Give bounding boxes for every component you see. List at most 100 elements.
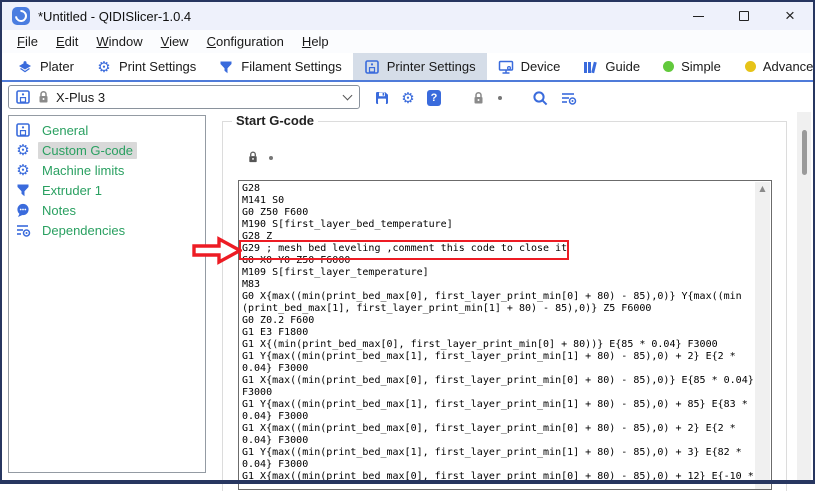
gcode-line: 0.04} F3000 <box>242 435 753 447</box>
revert-dot-button[interactable] <box>269 156 273 160</box>
gcode-line: M190 S[first_layer_bed_temperature] <box>242 219 753 231</box>
sidebar-item-custom-gcode[interactable]: ⚙ Custom G-code <box>9 140 205 160</box>
tab-printer-settings[interactable]: Printer Settings <box>353 53 487 80</box>
guide-icon <box>582 59 598 75</box>
tab-filament-settings[interactable]: Filament Settings <box>207 53 352 80</box>
mode-selector: Simple Advanced Expert <box>651 53 815 80</box>
gcode-line: G1 X{max((min(print_bed_max[0], first_la… <box>242 471 753 483</box>
sidebar-item-extruder-1[interactable]: Extruder 1 <box>9 180 205 200</box>
question-book-icon: ? <box>427 90 441 106</box>
sidebar-item-notes[interactable]: Notes <box>9 200 205 220</box>
notes-icon <box>15 202 31 218</box>
maximize-button[interactable] <box>721 2 767 30</box>
gcode-line: G1 X{max((min(print_bed_max[0], first_la… <box>242 375 753 387</box>
tab-label: Guide <box>605 59 640 74</box>
menubar: File Edit Window View Configuration Help <box>2 30 813 53</box>
sliders-gear-icon <box>560 90 577 106</box>
printer-icon <box>15 122 31 138</box>
maximize-icon <box>739 11 749 21</box>
minimize-icon <box>693 16 704 17</box>
simple-mode-dot-icon <box>663 61 674 72</box>
mode-simple[interactable]: Simple <box>651 53 733 80</box>
preferences-button[interactable]: ⚙ <box>398 88 418 108</box>
menu-view[interactable]: View <box>152 31 198 52</box>
menu-file[interactable]: File <box>8 31 47 52</box>
annotation-arrow-icon <box>192 236 242 265</box>
minimize-button[interactable] <box>675 2 721 30</box>
menu-window[interactable]: Window <box>87 31 151 52</box>
option-state-row <box>247 150 273 165</box>
lock-icon <box>472 91 485 106</box>
device-icon <box>498 59 514 75</box>
menu-help[interactable]: Help <box>293 31 338 52</box>
tab-label: Printer Settings <box>387 59 476 74</box>
tab-label: Print Settings <box>119 59 196 74</box>
printer-icon <box>15 89 31 105</box>
close-button[interactable]: × <box>767 2 813 30</box>
sidebar-item-dependencies[interactable]: Dependencies <box>9 220 205 240</box>
tab-label: Device <box>521 59 561 74</box>
menu-edit[interactable]: Edit <box>47 31 87 52</box>
save-preset-button[interactable] <box>372 88 392 108</box>
group-title: Start G-code <box>232 113 318 128</box>
gcode-line: F3000 <box>242 387 753 399</box>
tab-device[interactable]: Device <box>487 53 572 80</box>
gcode-line: 0.04} F3000 <box>242 363 753 375</box>
menu-configuration[interactable]: Configuration <box>198 31 293 52</box>
tab-print-settings[interactable]: ⚙ Print Settings <box>85 53 207 80</box>
gcode-scrollbar[interactable]: ▲ <box>755 182 770 489</box>
start-gcode-textarea[interactable]: G28M141 S0G0 Z50 F600M190 S[first_layer_… <box>238 180 772 490</box>
funnel-icon <box>15 182 31 198</box>
gcode-line: G0 Z0.2 F600 <box>242 315 753 327</box>
gcode-line: (print_bed_max[1], first_layer_print_min… <box>242 303 753 315</box>
sidebar-item-label: Custom G-code <box>38 142 137 159</box>
page-scrollbar-thumb[interactable] <box>802 130 807 175</box>
titlebar: *Untitled - QIDISlicer-1.0.4 × <box>2 2 813 30</box>
page-scrollbar[interactable] <box>797 112 811 484</box>
tab-label: Filament Settings <box>241 59 341 74</box>
revert-dot-button[interactable] <box>490 88 510 108</box>
gear-icon: ⚙ <box>15 162 31 178</box>
sidebar-item-label: Machine limits <box>38 162 128 179</box>
dot-icon <box>498 96 502 100</box>
close-icon: × <box>785 11 795 21</box>
gcode-line: G0 Z50 F600 <box>242 207 753 219</box>
lock-toggle-button[interactable] <box>247 150 259 165</box>
chevron-down-icon <box>343 90 353 100</box>
compare-presets-button[interactable] <box>558 88 578 108</box>
gcode-line: G1 E3 F1800 <box>242 327 753 339</box>
advanced-mode-dot-icon <box>745 61 756 72</box>
tab-plater[interactable]: Plater <box>6 53 85 80</box>
gear-icon: ⚙ <box>400 90 416 106</box>
mode-advanced[interactable]: Advanced <box>733 53 815 80</box>
annotation-highlight-box <box>239 240 569 260</box>
preset-toolbar: X-Plus 3 ⚙ ? <box>2 84 813 111</box>
lock-toggle-button[interactable] <box>468 88 488 108</box>
printer-icon <box>364 59 380 75</box>
gcode-line: 0.04} F3000 <box>242 459 753 471</box>
lock-icon <box>37 90 50 105</box>
mode-label: Simple <box>681 59 721 74</box>
mode-label: Advanced <box>763 59 815 74</box>
preset-name: X-Plus 3 <box>56 90 105 105</box>
sidebar-item-machine-limits[interactable]: ⚙ Machine limits <box>9 160 205 180</box>
gcode-line: G1 Y{max((min(print_bed_max[1], first_la… <box>242 447 753 459</box>
sidebar-item-label: Notes <box>38 202 80 219</box>
search-icon <box>532 90 549 107</box>
tab-guide[interactable]: Guide <box>571 53 651 80</box>
gear-icon: ⚙ <box>96 59 112 75</box>
settings-page-list: General ⚙ Custom G-code ⚙ Machine limits… <box>8 115 206 473</box>
gcode-line: M141 S0 <box>242 195 753 207</box>
dependencies-icon <box>15 222 31 238</box>
gcode-line: M109 S[first_layer_temperature] <box>242 267 753 279</box>
search-button[interactable] <box>530 88 550 108</box>
filament-icon <box>218 59 234 75</box>
help-button[interactable]: ? <box>424 88 444 108</box>
gcode-line: G1 X{(min(print_bed_max[0], first_layer_… <box>242 339 753 351</box>
sidebar-item-general[interactable]: General <box>9 120 205 140</box>
plater-icon <box>17 59 33 75</box>
window-title: *Untitled - QIDISlicer-1.0.4 <box>38 9 191 24</box>
gcode-line: G28 <box>242 183 753 195</box>
printer-preset-combobox[interactable]: X-Plus 3 <box>8 85 360 109</box>
tab-label: Plater <box>40 59 74 74</box>
